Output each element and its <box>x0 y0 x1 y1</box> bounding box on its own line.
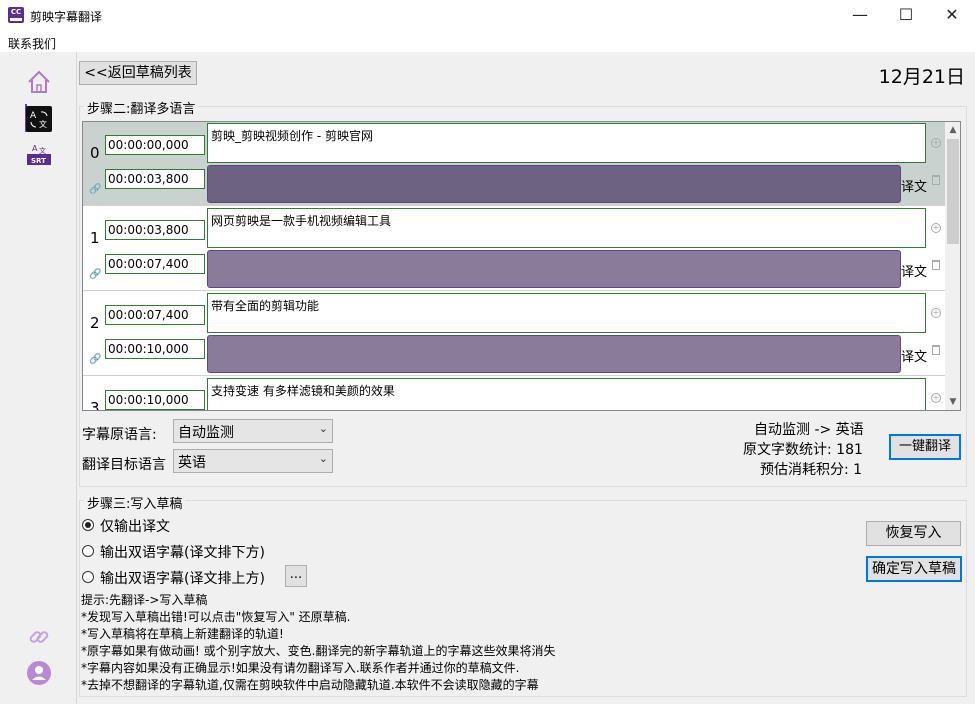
radio-translation-only[interactable] <box>82 519 94 531</box>
one-click-translate-button[interactable]: 一键翻译 <box>889 434 961 460</box>
translation-label: 译文 <box>901 265 928 280</box>
char-count: 原文字数统计: 181 <box>743 442 863 458</box>
target-lang-label: 翻译目标语言 <box>82 457 166 473</box>
chevron-down-icon: ⌄ <box>318 452 328 465</box>
chevron-down-icon: ⌄ <box>318 422 328 435</box>
link-icon[interactable]: 🔗 <box>89 354 101 365</box>
end-time-input[interactable]: 00:00:07,400 <box>105 254 205 274</box>
credits-estimate: 预估消耗积分: 1 <box>760 462 863 478</box>
translation-label: 译文 <box>901 350 928 365</box>
detect-info: 自动监测 -> 英语 <box>754 422 864 438</box>
add-row-icon[interactable]: + <box>931 393 941 403</box>
add-row-icon[interactable]: + <box>931 138 941 148</box>
scroll-up-icon[interactable]: ▲ <box>945 122 960 138</box>
confirm-write-draft-button[interactable]: 确定写入草稿 <box>866 556 962 582</box>
hint-line: *发现写入草稿出错!可以点击"恢复写入" 还原草稿. <box>81 610 351 624</box>
menu-contact-us[interactable]: 联系我们 <box>8 35 56 52</box>
step2-title: 步骤二:翻译多语言 <box>84 98 199 117</box>
radio-bilingual-below[interactable] <box>82 545 94 557</box>
translation-field[interactable] <box>207 335 901 373</box>
hint-line: 提示:先翻译->写入草稿 <box>81 593 208 607</box>
scroll-thumb[interactable] <box>947 139 959 244</box>
svg-text:A: A <box>30 111 37 121</box>
restore-write-button[interactable]: 恢复写入 <box>866 521 961 546</box>
home-icon[interactable] <box>26 69 52 95</box>
hint-line: *字幕内容如果没有正确显示!如果没有请勿翻译写入.联系作者并通过你的草稿文件. <box>81 661 520 675</box>
srt-icon[interactable]: A 文 SRT <box>26 141 52 167</box>
delete-row-icon[interactable] <box>932 345 940 355</box>
svg-text:文: 文 <box>39 146 46 155</box>
start-time-input[interactable]: 00:00:07,400 <box>105 305 205 325</box>
original-text-field[interactable]: 带有全面的剪辑功能 <box>207 293 926 333</box>
link-icon[interactable]: 🔗 <box>89 184 101 195</box>
link-icon[interactable]: 🔗 <box>89 269 101 280</box>
source-lang-value: 自动监测 <box>178 425 234 441</box>
maximize-button[interactable]: ☐ <box>883 0 929 32</box>
translation-field[interactable] <box>207 250 901 288</box>
svg-text:SRT: SRT <box>31 157 46 165</box>
end-time-input[interactable]: 00:00:03,800 <box>105 169 205 189</box>
scroll-down-icon[interactable]: ▼ <box>945 394 960 410</box>
original-text-field[interactable]: 支持变速 有多样滤镜和美颜的效果 <box>207 378 926 410</box>
date-label: 12月21日 <box>878 66 965 88</box>
row-index: 3 <box>90 399 100 411</box>
translate-icon[interactable]: A文 <box>26 106 52 132</box>
option-translation-only-label[interactable]: 仅输出译文 <box>100 516 170 536</box>
start-time-input[interactable]: 00:00:03,800 <box>105 220 205 240</box>
add-row-icon[interactable]: + <box>931 308 941 318</box>
subtitle-list[interactable]: 0 00:00:00,000 00:00:03,800 剪映_剪映视频创作 - … <box>82 121 961 411</box>
step3-title: 步骤三:写入草稿 <box>84 493 186 512</box>
close-button[interactable]: ✕ <box>929 0 975 32</box>
window-title: 剪映字幕翻译 <box>30 10 103 24</box>
sidebar: A文 A 文 SRT <box>0 52 76 704</box>
row-index: 0 <box>90 144 100 162</box>
start-time-input[interactable]: 00:00:00,000 <box>105 135 205 155</box>
translation-label: 译文 <box>901 180 928 195</box>
subtitle-row[interactable]: 0 00:00:00,000 00:00:03,800 剪映_剪映视频创作 - … <box>83 122 945 206</box>
list-scrollbar[interactable]: ▲ ▼ <box>945 122 960 410</box>
menu-bar: 联系我们 <box>0 32 975 52</box>
radio-bilingual-above[interactable] <box>82 571 94 583</box>
app-icon: CC <box>8 7 24 23</box>
option-bilingual-below-label[interactable]: 输出双语字幕(译文排下方) <box>100 542 265 562</box>
option-bilingual-above-label[interactable]: 输出双语字幕(译文排上方) <box>100 568 265 588</box>
more-options-button[interactable]: ... <box>285 565 307 587</box>
original-text-field[interactable]: 剪映_剪映视频创作 - 剪映官网 <box>207 123 926 163</box>
minimize-button[interactable]: — <box>837 0 883 32</box>
user-icon[interactable] <box>26 660 52 686</box>
delete-row-icon[interactable] <box>932 175 940 185</box>
hint-line: *写入草稿将在草稿上新建翻译的轨道! <box>81 627 284 641</box>
svg-text:文: 文 <box>39 119 47 129</box>
translation-field[interactable] <box>207 165 901 203</box>
delete-row-icon[interactable] <box>932 260 940 270</box>
back-to-drafts-button[interactable]: <<返回草稿列表 <box>79 61 197 85</box>
add-row-icon[interactable]: + <box>931 223 941 233</box>
target-lang-value: 英语 <box>178 455 206 471</box>
original-text-field[interactable]: 网页剪映是一款手机视频编辑工具 <box>207 208 926 248</box>
svg-text:A: A <box>32 144 38 153</box>
end-time-input[interactable]: 00:00:10,000 <box>105 339 205 359</box>
subtitle-row[interactable]: 2 00:00:07,400 00:00:10,000 带有全面的剪辑功能 译文… <box>83 292 945 376</box>
row-index: 1 <box>90 229 100 247</box>
hint-line: *原字幕如果有做动画! 或个别字放大、变色.翻译完的新字幕轨道上的字幕这些效果将… <box>81 644 556 658</box>
subtitle-row[interactable]: 3 00:00:10,000 支持变速 有多样滤镜和美颜的效果 + <box>83 377 945 411</box>
source-lang-label: 字幕原语言: <box>82 427 157 443</box>
source-lang-select[interactable]: 自动监测 ⌄ <box>173 419 333 443</box>
subtitle-row[interactable]: 1 00:00:03,800 00:00:07,400 网页剪映是一款手机视频编… <box>83 207 945 291</box>
start-time-input[interactable]: 00:00:10,000 <box>105 390 205 410</box>
link-icon[interactable] <box>26 624 52 650</box>
title-bar: CC 剪映字幕翻译 — ☐ ✕ <box>0 0 975 32</box>
hint-line: *去掉不想翻译的字幕轨道,仅需在剪映软件中启动隐藏轨道.本软件不会读取隐藏的字幕 <box>81 678 539 692</box>
target-lang-select[interactable]: 英语 ⌄ <box>173 449 333 473</box>
sidebar-divider <box>76 52 77 704</box>
row-index: 2 <box>90 314 100 332</box>
